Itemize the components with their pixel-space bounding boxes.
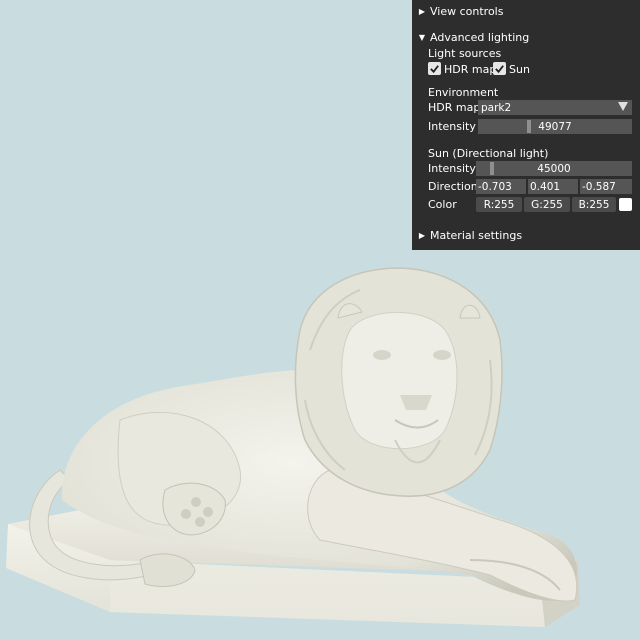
- checkmark-icon: [430, 65, 439, 74]
- sun-intensity-slider[interactable]: 45000: [476, 161, 632, 176]
- sun-checkbox-label[interactable]: Sun: [509, 63, 530, 76]
- direction-z-input[interactable]: -0.587: [580, 179, 632, 194]
- color-b-button[interactable]: B:255: [572, 197, 616, 212]
- environment-label: Environment: [428, 86, 499, 99]
- chevron-right-icon: ▶: [418, 6, 426, 16]
- direction-label: Direction: [428, 180, 478, 193]
- direction-y-input[interactable]: 0.401: [528, 179, 578, 194]
- sun-checkbox[interactable]: [493, 62, 506, 75]
- view-controls-section[interactable]: ▶ View controls: [412, 3, 640, 19]
- direction-x-value: -0.703: [478, 180, 512, 193]
- sun-section-label: Sun (Directional light): [428, 147, 549, 160]
- material-settings-section[interactable]: ▶ Material settings: [412, 227, 640, 243]
- chevron-down-icon: ▼: [418, 32, 426, 42]
- color-g-button[interactable]: G:255: [524, 197, 570, 212]
- slider-knob[interactable]: [527, 120, 531, 133]
- direction-x-input[interactable]: -0.703: [476, 179, 526, 194]
- env-intensity-value: 49077: [538, 120, 572, 133]
- color-b-value: B:255: [578, 198, 610, 211]
- lion-eye-left: [373, 350, 391, 360]
- checkmark-icon: [495, 65, 504, 74]
- lion-face: [341, 311, 458, 450]
- lion-statue: [6, 267, 580, 627]
- slider-knob[interactable]: [490, 162, 494, 175]
- hdr-map-label: HDR map: [428, 101, 481, 114]
- chevron-right-icon: ▶: [418, 230, 426, 240]
- sun-intensity-value: 45000: [537, 162, 571, 175]
- hdr-map-select[interactable]: park2: [478, 100, 632, 115]
- color-r-button[interactable]: R:255: [476, 197, 522, 212]
- sun-color-swatch[interactable]: [619, 198, 632, 211]
- env-intensity-label: Intensity: [428, 120, 476, 133]
- material-settings-label: Material settings: [430, 228, 523, 242]
- hdr-map-value: park2: [481, 101, 512, 114]
- direction-y-value: 0.401: [530, 180, 561, 193]
- direction-z-value: -0.587: [582, 180, 616, 193]
- settings-panel: ▶ View controls ▼ Advanced lighting Ligh…: [412, 0, 640, 250]
- sun-intensity-label: Intensity: [428, 162, 476, 175]
- color-label: Color: [428, 198, 457, 211]
- view-controls-label: View controls: [430, 4, 504, 18]
- hdr-map-checkbox-label[interactable]: HDR map: [444, 63, 496, 76]
- color-r-value: R:255: [483, 198, 515, 211]
- lion-eye-right: [433, 350, 451, 360]
- env-intensity-slider[interactable]: 49077: [478, 119, 632, 134]
- hdr-map-checkbox[interactable]: [428, 62, 441, 75]
- advanced-lighting-section[interactable]: ▼ Advanced lighting: [412, 29, 640, 45]
- light-sources-label: Light sources: [428, 47, 502, 60]
- advanced-lighting-label: Advanced lighting: [430, 30, 530, 44]
- dropdown-arrow-icon: [618, 102, 628, 111]
- color-g-value: G:255: [531, 198, 563, 211]
